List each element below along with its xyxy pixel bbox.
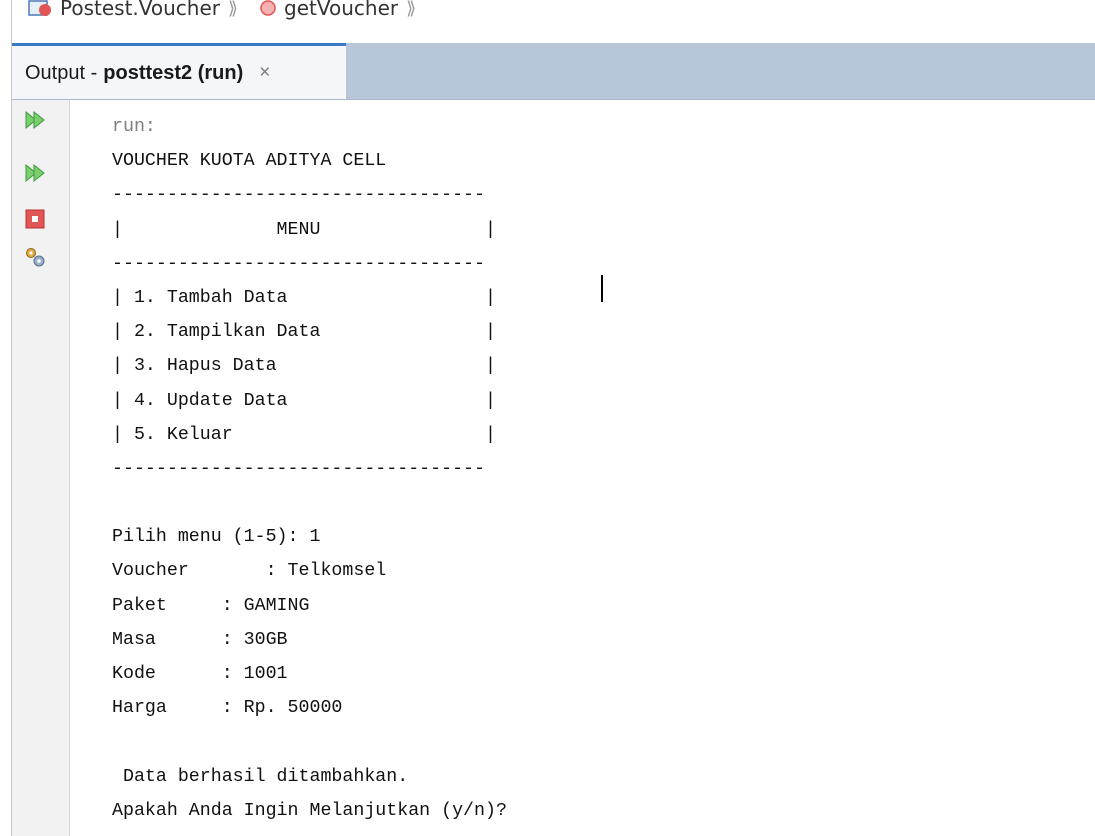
console-line: ----------------------------------: [112, 458, 485, 479]
console-line: | 3. Hapus Data |: [112, 356, 496, 377]
text-caret: [601, 275, 603, 302]
console-line: Data berhasil ditambahkan.: [112, 766, 409, 787]
console-line: | 5. Keluar |: [112, 424, 496, 445]
breadcrumb-method[interactable]: getVoucher ⟫: [260, 0, 416, 20]
console-line: VOUCHER KUOTA ADITYA CELL: [112, 151, 387, 172]
tab-divider: [12, 99, 1095, 100]
output-toolbar: [12, 100, 70, 836]
rerun-with-options-icon[interactable]: [24, 162, 46, 184]
breadcrumb-class-label: Postest.Voucher: [60, 0, 221, 20]
console-line: Harga : Rp. 50000: [112, 698, 343, 719]
ide-window: Postest.Voucher ⟫ getVoucher ⟫ Output - …: [0, 0, 1095, 836]
console-line: Kode : 1001: [112, 664, 288, 684]
console-line: Paket : GAMING: [112, 595, 310, 616]
console-line: | 4. Update Data |: [112, 390, 496, 411]
console-line: Pilih menu (1-5): 1: [112, 527, 321, 548]
console-line: | MENU |: [112, 219, 496, 240]
stop-icon[interactable]: [24, 208, 46, 230]
breadcrumb-separator-icon: ⟫: [406, 0, 417, 19]
console-line: Voucher : Telkomsel: [112, 561, 387, 582]
breadcrumb-separator-icon: ⟫: [228, 0, 239, 19]
output-tabbar: Output - posttest2 (run) ×: [12, 43, 1095, 100]
tab-prefix: Output -: [25, 61, 98, 84]
console-line: run:: [112, 117, 156, 137]
rerun-icon[interactable]: [24, 109, 46, 131]
tab-title: posttest2 (run): [103, 61, 244, 84]
console-output[interactable]: run: VOUCHER KUOTA ADITYA CELL -----------…: [112, 110, 507, 828]
method-icon: [260, 0, 276, 16]
breadcrumb-method-label: getVoucher: [284, 0, 399, 20]
console-line: ----------------------------------: [112, 185, 485, 206]
console-line: | 2. Tampilkan Data |: [112, 322, 496, 343]
close-icon[interactable]: ×: [259, 62, 270, 84]
console-line: | 1. Tambah Data |: [112, 287, 496, 308]
breadcrumb: Postest.Voucher ⟫ getVoucher ⟫: [12, 0, 1095, 34]
settings-icon[interactable]: [24, 246, 46, 268]
breadcrumb-class[interactable]: Postest.Voucher ⟫: [28, 0, 238, 20]
console-line: Masa : 30GB: [112, 629, 288, 650]
tab-output-posttest2[interactable]: Output - posttest2 (run) ×: [12, 43, 346, 100]
console-line: Apakah Anda Ingin Melanjutkan (y/n)?: [112, 800, 507, 821]
class-icon: [28, 0, 51, 16]
console-line: ----------------------------------: [112, 253, 485, 274]
